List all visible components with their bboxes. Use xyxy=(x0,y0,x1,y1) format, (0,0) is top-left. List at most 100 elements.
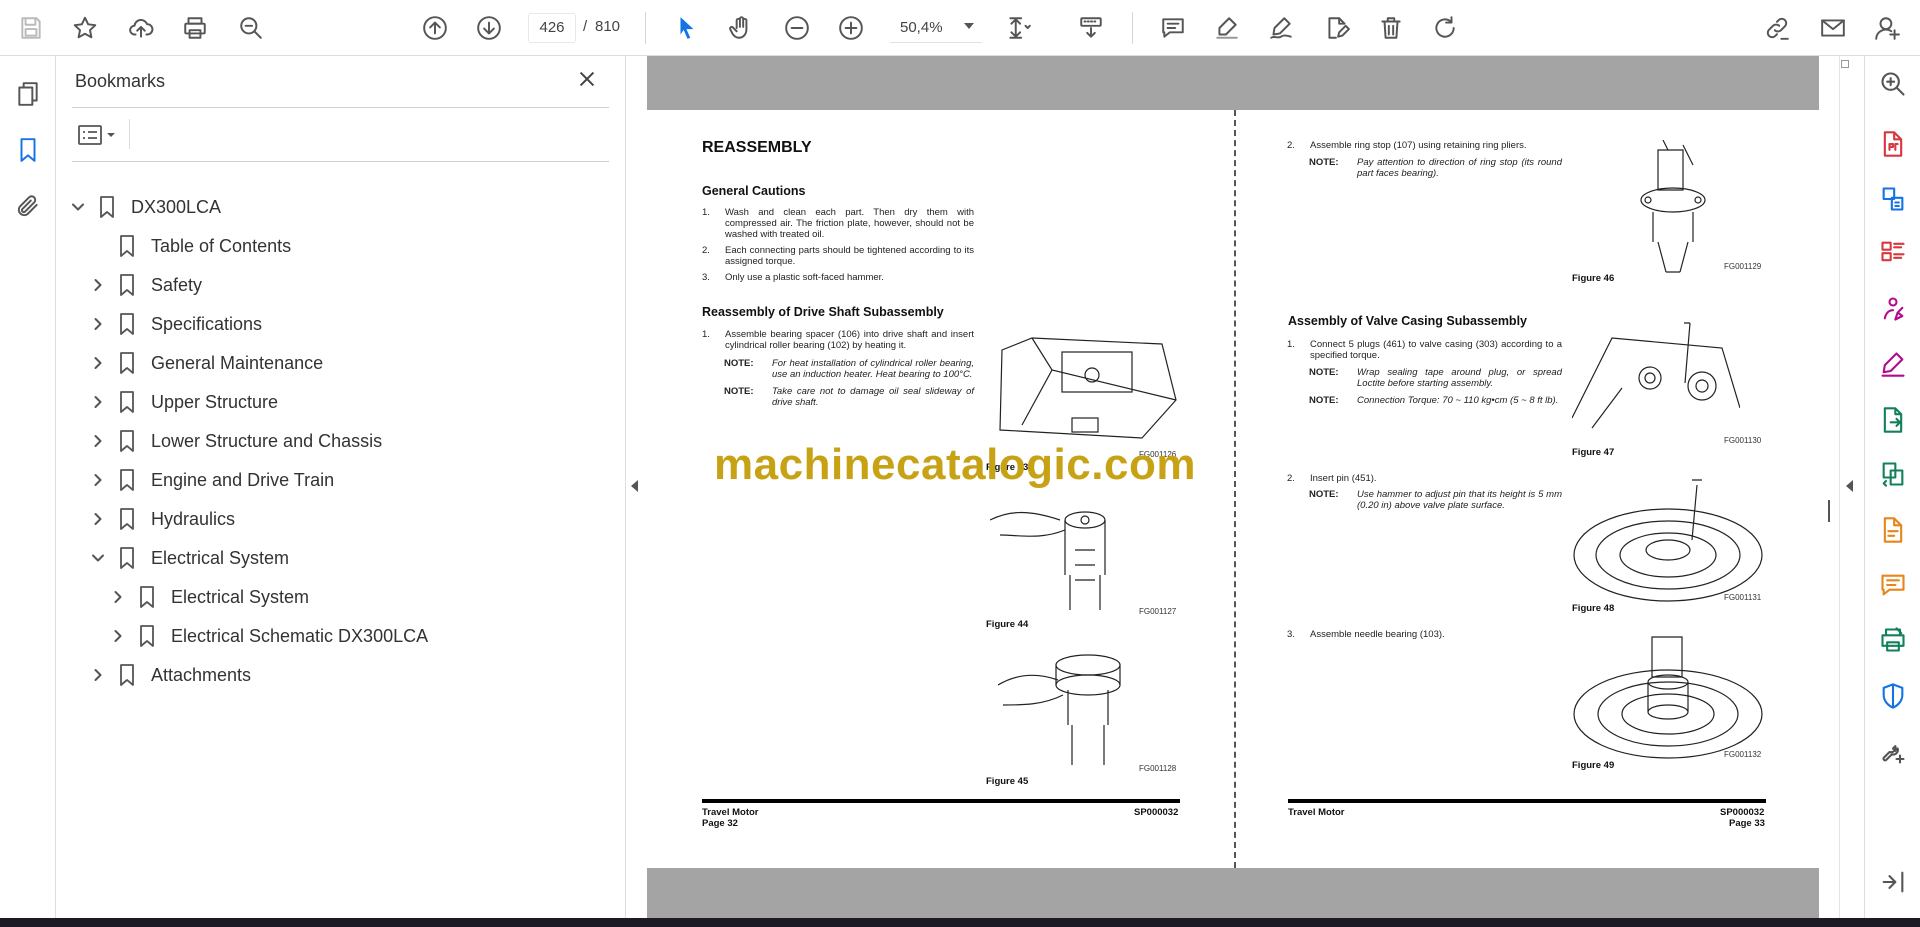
figure-code: FG001129 xyxy=(1724,262,1762,271)
chevron-right-icon[interactable] xyxy=(88,431,108,451)
note: NOTE: For heat installation of cylindrica… xyxy=(724,358,974,380)
print-icon[interactable] xyxy=(178,11,212,45)
chevron-down-icon[interactable] xyxy=(88,548,108,568)
star-icon[interactable] xyxy=(68,11,102,45)
scrollbar-thumb[interactable] xyxy=(1841,60,1849,68)
fit-page-icon[interactable] xyxy=(1002,11,1036,45)
collapse-panel-icon[interactable] xyxy=(631,480,638,492)
note: NOTE: Wrap sealing tape around plug, or s… xyxy=(1309,367,1562,389)
bookmark-item[interactable]: Attachments xyxy=(88,660,251,690)
find-zoom-icon[interactable] xyxy=(234,11,268,45)
footer-doc-code: SP000032 xyxy=(1720,807,1765,818)
page-number-input[interactable]: 426 xyxy=(528,13,576,43)
page-separator: / xyxy=(583,18,588,35)
collapse-rail-icon[interactable] xyxy=(1877,866,1909,898)
chevron-right-icon[interactable] xyxy=(88,353,108,373)
create-pdf-icon[interactable] xyxy=(1877,183,1909,215)
bookmark-flag-icon xyxy=(116,547,138,569)
protect-icon[interactable] xyxy=(1877,680,1909,712)
chevron-right-icon[interactable] xyxy=(88,275,108,295)
panel-title: Bookmarks xyxy=(75,71,166,91)
bookmark-label: Safety xyxy=(151,274,203,295)
bookmark-item[interactable]: Hydraulics xyxy=(88,504,235,534)
draw-icon[interactable] xyxy=(1264,11,1298,45)
delete-icon[interactable] xyxy=(1374,11,1408,45)
note: NOTE: Connection Torque: 70 ~ 110 kg•cm (… xyxy=(1309,395,1559,406)
page-down-icon[interactable] xyxy=(472,11,506,45)
bookmark-label: General Maintenance xyxy=(151,352,324,373)
hand-icon[interactable] xyxy=(724,11,758,45)
subheading: Assembly of Valve Casing Subassembly xyxy=(1288,314,1527,328)
bookmark-label: Attachments xyxy=(151,664,252,685)
bookmark-item[interactable]: Specifications xyxy=(88,309,262,339)
chevron-right-icon[interactable] xyxy=(88,470,108,490)
request-signature-icon[interactable] xyxy=(1877,293,1909,325)
rotate-icon[interactable] xyxy=(1428,11,1462,45)
print-production-icon[interactable] xyxy=(1877,624,1909,656)
bookmark-item[interactable]: DX300LCA xyxy=(68,192,221,222)
bookmark-label: Engine and Drive Train xyxy=(151,469,335,490)
bookmark-item[interactable]: General Maintenance xyxy=(88,348,323,378)
bookmark-item[interactable]: Safety xyxy=(88,270,202,300)
bookmark-item[interactable]: Electrical System xyxy=(88,543,289,573)
select-cursor-icon[interactable] xyxy=(670,11,704,45)
section-heading: REASSEMBLY xyxy=(702,139,812,156)
chevron-right-icon[interactable] xyxy=(88,392,108,412)
highlight-icon[interactable] xyxy=(1210,11,1244,45)
compare-icon[interactable] xyxy=(1877,458,1909,490)
upload-cloud-icon[interactable] xyxy=(124,11,158,45)
chevron-right-icon[interactable] xyxy=(88,314,108,334)
comment-tool-icon[interactable] xyxy=(1877,569,1909,601)
scan-ocr-icon[interactable] xyxy=(1877,514,1909,546)
footer-title: Travel Motor xyxy=(1288,807,1345,818)
bookmark-icon[interactable] xyxy=(12,134,44,166)
figure-48-image xyxy=(1572,475,1764,605)
bookmark-item[interactable]: Upper Structure xyxy=(88,387,278,417)
zoom-out-icon[interactable] xyxy=(780,11,814,45)
save-icon[interactable] xyxy=(14,11,48,45)
bookmark-item[interactable]: Engine and Drive Train xyxy=(88,465,334,495)
bookmark-flag-icon xyxy=(116,391,138,413)
bookmark-item[interactable]: Electrical Schematic DX300LCA xyxy=(108,621,428,651)
note: NOTE: Pay attention to direction of ring … xyxy=(1309,157,1562,179)
organize-pages-icon[interactable] xyxy=(1877,236,1909,268)
page-gap xyxy=(647,868,1819,924)
more-tools-icon[interactable] xyxy=(1877,736,1909,768)
comment-icon[interactable] xyxy=(1156,11,1190,45)
bookmark-flag-icon xyxy=(116,313,138,335)
export-pdf-icon[interactable] xyxy=(1877,128,1909,160)
figure-code: FG001130 xyxy=(1724,436,1762,445)
chevron-right-icon[interactable] xyxy=(108,587,128,607)
scroll-mode-icon[interactable] xyxy=(1074,11,1108,45)
expand-tools-icon[interactable] xyxy=(1846,480,1853,492)
chevron-right-icon[interactable] xyxy=(88,665,108,685)
list-item: 1. Assemble bearing spacer (106) into dri… xyxy=(702,329,974,351)
zoom-search-icon[interactable] xyxy=(1877,68,1909,100)
bookmark-label: Electrical System xyxy=(171,586,310,607)
share-link-icon[interactable] xyxy=(1760,11,1794,45)
figure-code: FG001128 xyxy=(1139,764,1177,773)
list-item: 3. Only use a plastic soft-faced hammer. xyxy=(702,272,884,283)
bookmark-flag-icon xyxy=(116,469,138,491)
bookmark-item[interactable]: Lower Structure and Chassis xyxy=(88,426,382,456)
edit-pdf-icon[interactable] xyxy=(1320,11,1354,45)
zoom-in-icon[interactable] xyxy=(834,11,868,45)
bookmark-item[interactable]: Electrical System xyxy=(108,582,309,612)
chevron-down-icon[interactable] xyxy=(68,197,88,217)
chevron-right-icon[interactable] xyxy=(88,509,108,529)
bookmark-label: DX300LCA xyxy=(131,196,222,217)
close-icon[interactable] xyxy=(576,68,602,94)
email-icon[interactable] xyxy=(1816,11,1850,45)
chevron-down-icon[interactable] xyxy=(964,23,974,29)
page-up-icon[interactable] xyxy=(418,11,452,45)
send-review-icon[interactable] xyxy=(1877,404,1909,436)
bookmark-options-menu[interactable] xyxy=(76,121,124,149)
account-icon[interactable] xyxy=(1870,11,1904,45)
splitter-handle[interactable] xyxy=(1828,500,1830,522)
attachment-icon[interactable] xyxy=(12,190,44,222)
chevron-right-icon[interactable] xyxy=(108,626,128,646)
bookmark-item[interactable]: Table of Contents xyxy=(88,231,291,261)
fill-sign-icon[interactable] xyxy=(1877,348,1909,380)
pages-icon[interactable] xyxy=(12,78,44,110)
list-item: 1. Wash and clean each part. Then dry the… xyxy=(702,207,974,240)
